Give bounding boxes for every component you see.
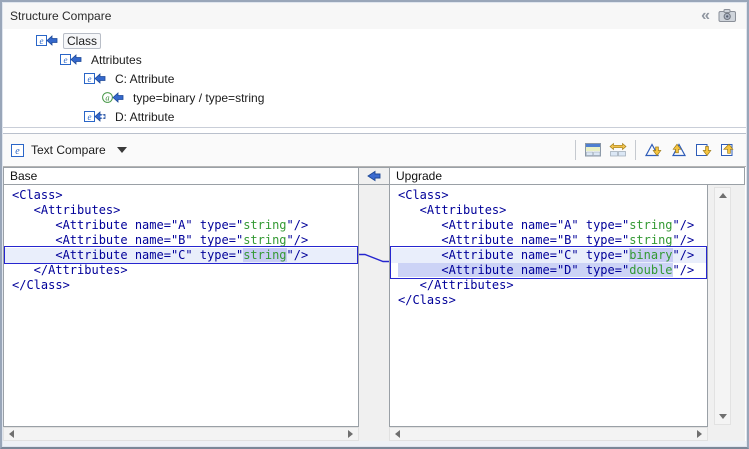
compare-editor-window: Structure Compare « e Class e Attributes e C:… <box>0 0 749 449</box>
tree-item-type-binary-type-string[interactable]: a type=binary / type=string <box>2 88 747 107</box>
double-chevron-left-icon[interactable]: « <box>701 9 708 23</box>
bottom-filler <box>0 441 749 447</box>
upgrade-pane-code: <Class> <Attributes> <Attribute name="A"… <box>390 185 707 426</box>
tree-item-label: C: Attribute <box>111 71 178 87</box>
toolbar-separator <box>635 140 636 160</box>
toolbar-separator <box>575 140 576 160</box>
base-horizontal-scrollbar[interactable] <box>3 427 359 441</box>
tree-item-attributes[interactable]: e Attributes <box>2 50 747 69</box>
structure-compare-header: Structure Compare « <box>2 2 747 30</box>
upgrade-horizontal-scrollbar[interactable] <box>389 427 708 441</box>
right-scroll-rail <box>708 185 745 441</box>
upgrade-pane-header: Upgrade <box>389 167 745 185</box>
code-line: </Class> <box>398 293 707 308</box>
text-compare-bar: e Text Compare <box>2 133 747 167</box>
scroll-right-icon[interactable] <box>692 428 707 440</box>
compare-gutter-header <box>359 167 389 185</box>
base-pane-title: Base <box>10 169 37 183</box>
code-line: <Attribute name="C" type="binary"/> <box>390 248 707 263</box>
diff-connector <box>359 185 389 427</box>
structure-compare-tree[interactable]: e Class e Attributes e C: Attributea type=bina… <box>2 29 747 128</box>
svg-text:e: e <box>15 146 20 157</box>
chevron-down-icon[interactable] <box>117 147 127 153</box>
base-pane-code: <Class> <Attributes> <Attribute name="A"… <box>4 185 358 426</box>
code-line: <Attribute name="B" type="string"/> <box>12 233 358 248</box>
code-line: <Attribute name="D" type="double"/> <box>398 263 707 278</box>
tree-item-d-attribute[interactable]: e D: Attribute <box>2 107 747 126</box>
scroll-right-icon[interactable] <box>343 428 358 440</box>
code-line: <Class> <box>398 188 707 203</box>
next-change-icon[interactable] <box>693 141 713 159</box>
code-line: </Attributes> <box>12 263 358 278</box>
code-line: <Attribute name="A" type="string"/> <box>12 218 358 233</box>
text-compare-icon: e <box>11 144 24 157</box>
code-line: <Class> <box>12 188 358 203</box>
upgrade-pane-title: Upgrade <box>396 169 442 183</box>
svg-text:e: e <box>88 74 92 84</box>
code-line: </Class> <box>12 278 358 293</box>
vertical-scrollbar[interactable] <box>714 187 731 425</box>
next-difference-icon[interactable] <box>643 141 663 159</box>
svg-text:a: a <box>105 93 109 103</box>
svg-text:e: e <box>88 112 92 122</box>
code-line: </Attributes> <box>398 278 707 293</box>
attribute-change-left-icon: a <box>102 91 124 104</box>
camera-icon[interactable] <box>717 7 737 25</box>
scroll-down-icon[interactable] <box>715 409 730 424</box>
svg-text:e: e <box>40 36 44 46</box>
tree-item-label: Attributes <box>87 52 146 68</box>
tree-item-c-attribute[interactable]: e C: Attribute <box>2 69 747 88</box>
previous-difference-icon[interactable] <box>668 141 688 159</box>
viewer-layout-icon[interactable] <box>583 141 603 159</box>
text-compare-title: Text Compare <box>31 143 106 157</box>
code-line: <Attributes> <box>398 203 707 218</box>
base-pane[interactable]: <Class> <Attributes> <Attribute name="A"… <box>3 185 359 427</box>
code-line: <Attribute name="C" type="string"/> <box>4 248 358 263</box>
emf-change-left-icon: e <box>60 53 82 66</box>
compare-gutter <box>359 185 389 441</box>
code-line: <Attributes> <box>12 203 358 218</box>
emf-change-left-icon: e <box>36 34 58 47</box>
scroll-up-icon[interactable] <box>715 188 730 203</box>
code-line: <Attribute name="B" type="string"/> <box>398 233 707 248</box>
swap-panes-icon[interactable] <box>608 141 628 159</box>
tree-item-label: type=binary / type=string <box>129 90 268 106</box>
upgrade-pane[interactable]: <Class> <Attributes> <Attribute name="A"… <box>389 185 708 427</box>
tree-item-label: D: Attribute <box>111 109 178 125</box>
svg-text:e: e <box>64 55 68 65</box>
text-compare-viewer-switcher[interactable]: e Text Compare <box>11 143 127 157</box>
emf-change-left-icon: e <box>84 72 106 85</box>
scroll-left-icon[interactable] <box>4 428 19 440</box>
scroll-left-icon[interactable] <box>390 428 405 440</box>
previous-change-icon[interactable] <box>718 141 738 159</box>
tree-item-label: Class <box>63 33 101 49</box>
structure-compare-title: Structure Compare <box>10 9 111 23</box>
tree-item-class[interactable]: e Class <box>2 31 747 50</box>
merge-left-arrow-icon <box>367 170 381 182</box>
base-pane-header: Base <box>3 167 359 185</box>
code-line: <Attribute name="A" type="string"/> <box>398 218 707 233</box>
emf-add-left-icon: e <box>84 110 106 123</box>
